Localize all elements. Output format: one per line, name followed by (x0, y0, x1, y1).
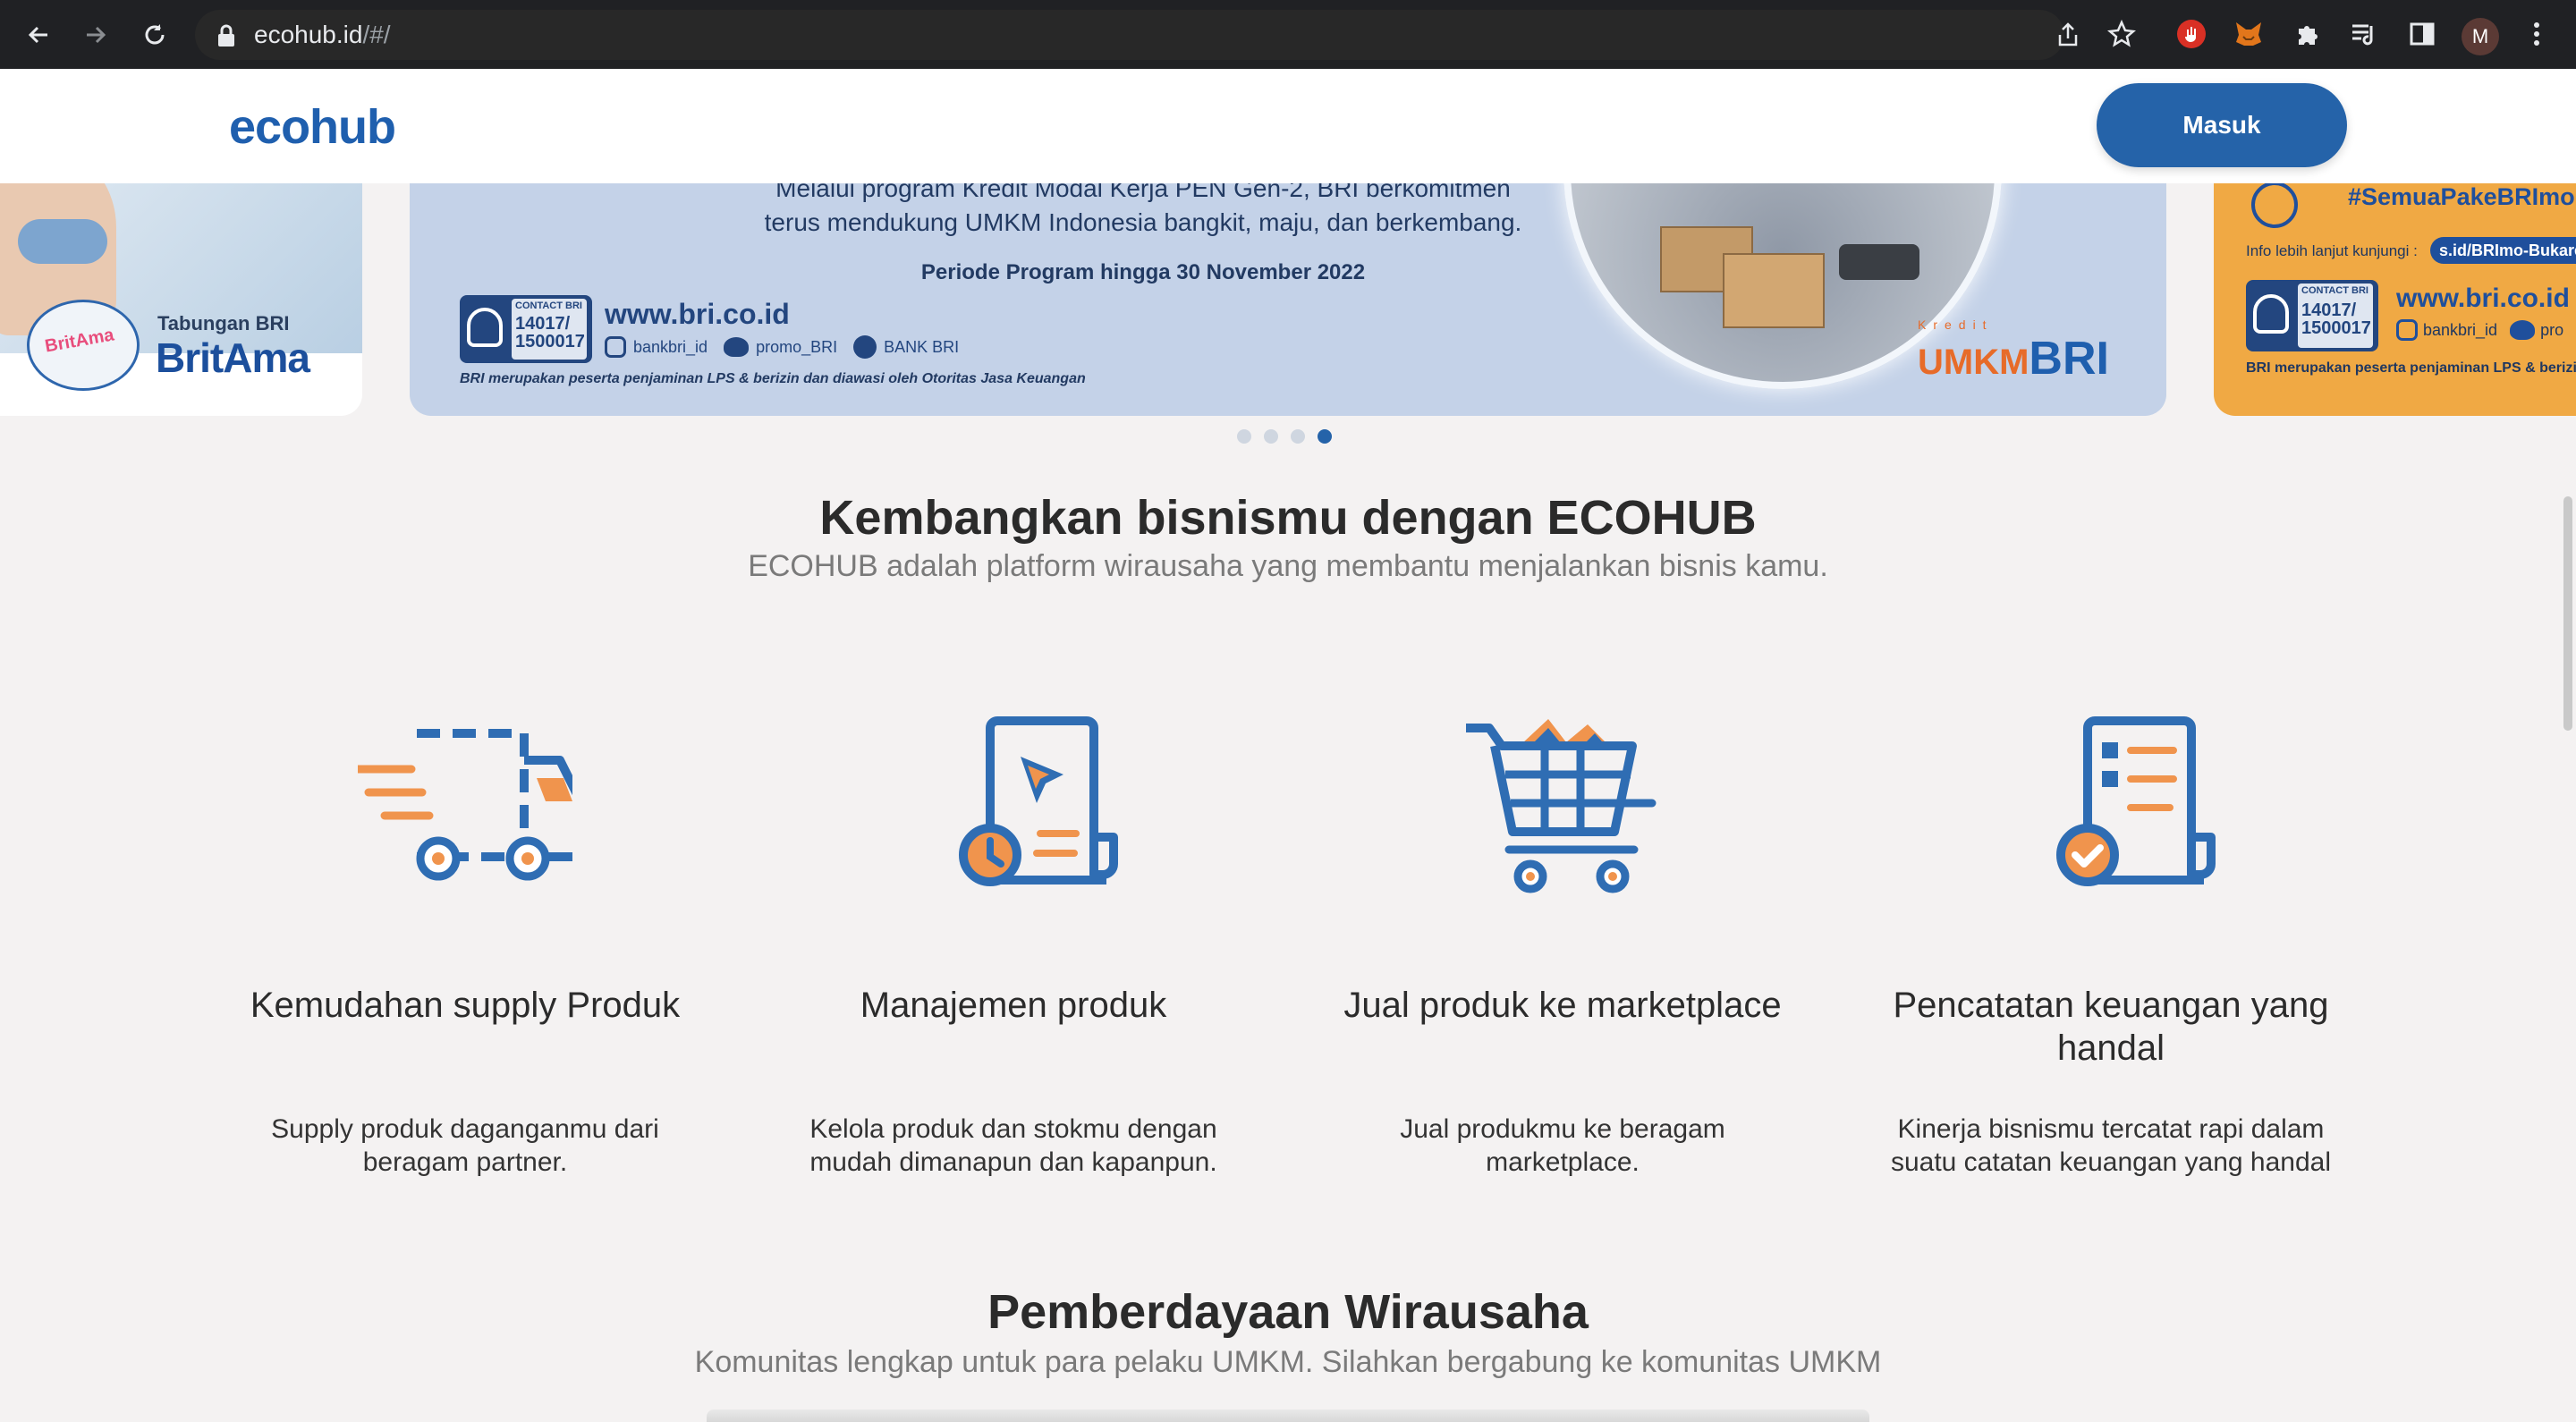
kredit-label: Kredit (1918, 317, 1994, 332)
back-icon[interactable] (21, 18, 55, 52)
media-icon[interactable] (2349, 18, 2381, 50)
brimo-logo-icon (2251, 183, 2298, 228)
contact-label: CONTACT BRI (515, 300, 582, 311)
menu-dots-icon[interactable] (2521, 18, 2553, 50)
brimo-link: s.id/BRImo-Bukare (2430, 237, 2576, 264)
profile-avatar[interactable]: M (2462, 18, 2499, 55)
share-icon[interactable] (2054, 21, 2082, 49)
financial-record-icon (2004, 715, 2218, 903)
carousel-dot[interactable] (1264, 429, 1278, 444)
page-scrollbar[interactable] (2563, 496, 2572, 731)
feature-title: Jual produk ke marketplace (1343, 986, 1782, 1025)
contact-number: 14017/ 1500017 (515, 314, 585, 351)
britama-tagline: Tabungan BRI (157, 312, 290, 334)
shopping-cart-icon (1455, 715, 1670, 903)
brimo-website: www.bri.co.id (2396, 284, 2570, 313)
contact-badge-right: CONTACT BRI 14017/ 1500017 (2246, 280, 2378, 351)
banner-carousel[interactable]: BritAma Tabungan BRI BritAma Melalui pro… (0, 183, 2576, 416)
banner-slide-britama[interactable]: BritAma Tabungan BRI BritAma (0, 183, 362, 416)
banner-tw: promo_BRI (756, 337, 838, 356)
section-subtitle: ECOHUB adalah platform wirausaha yang me… (748, 549, 1828, 583)
extension-fox-icon[interactable] (2233, 18, 2265, 50)
feature-title: Kemudahan supply Produk (250, 986, 681, 1025)
banner-text-line1: Melalui program Kredit Modal Kerja PEN G… (775, 183, 1511, 202)
banner-slide-kredit-umkm[interactable]: Melalui program Kredit Modal Kerja PEN G… (410, 183, 2166, 416)
brimo-tw: pro (2540, 320, 2564, 339)
carousel-dot[interactable] (1291, 429, 1305, 444)
carousel-dot[interactable] (1237, 429, 1251, 444)
umkm-label: UMKM (1918, 343, 2029, 382)
banner-fb: BANK BRI (884, 337, 960, 356)
banner-footnote: BRI merupakan peserta penjaminan LPS & b… (460, 371, 1086, 386)
banner-period: Periode Program hingga 30 November 2022 (920, 260, 1366, 284)
next-section-card-edge (707, 1409, 1869, 1422)
contact-number-right: 14017/ 1500017 (2301, 300, 2371, 338)
reload-icon[interactable] (138, 18, 172, 52)
britama-brand: BritAma (156, 334, 310, 381)
puzzle-icon[interactable] (2292, 18, 2324, 50)
contact-badge: CONTACT BRI 14017/ 1500017 (460, 295, 592, 363)
contact-label-right: CONTACT BRI (2301, 285, 2368, 296)
twitter-icon (2510, 320, 2536, 340)
banner-socials: bankbri_id promo_BRI BANK BRI (605, 335, 959, 359)
twitter-icon (724, 337, 750, 357)
brimo-info: Info lebih lanjut kunjungi : (2246, 242, 2418, 259)
lock-icon[interactable] (216, 24, 236, 52)
sidepanel-icon[interactable] (2406, 18, 2438, 50)
facebook-icon (853, 335, 877, 359)
banner-website: www.bri.co.id (605, 298, 790, 330)
extension-stop-icon[interactable] (2175, 18, 2207, 50)
banner-slide-brimo[interactable]: #SemuaPakeBRImo Info lebih lanjut kunjun… (2214, 183, 2576, 416)
carousel-dots (1237, 429, 1332, 444)
headset-icon (2253, 294, 2289, 334)
banner-text-line2: terus mendukung UMKM Indonesia bangkit, … (764, 208, 1522, 236)
feature-desc: Supply produk daganganmu dari beragam pa… (271, 1114, 659, 1177)
brimo-ig: bankbri_id (2423, 320, 2498, 339)
brimo-socials: bankbri_id pro (2396, 319, 2563, 341)
login-button[interactable]: Masuk (2097, 83, 2347, 167)
product-management-icon (906, 715, 1121, 903)
feature-desc: Kelola produk dan stokmu dengan mudah di… (809, 1114, 1217, 1177)
section-title: Kembangkan bisnismu dengan ECOHUB (819, 491, 1757, 545)
instagram-icon (2396, 319, 2418, 341)
instagram-icon (605, 336, 626, 358)
browser-toolbar: ecohub.id/#/ M (0, 0, 2576, 69)
person-arm (18, 219, 107, 264)
carousel-dot-active[interactable] (1318, 429, 1332, 444)
ecohub-logo[interactable]: ecohub (229, 99, 396, 155)
delivery-truck-icon (353, 715, 582, 903)
headset-icon (467, 308, 503, 347)
section-title-2: Pemberdayaan Wirausaha (987, 1285, 1589, 1339)
url-text: ecohub.id/#/ (254, 21, 391, 48)
site-header: ecohub Masuk (0, 69, 2576, 183)
star-icon[interactable] (2106, 18, 2138, 50)
forward-icon[interactable] (79, 18, 113, 52)
feature-title: Pencatatan keuangan yang handal (1893, 986, 2329, 1068)
banner-ig: bankbri_id (633, 337, 708, 356)
feature-desc: Jual produkmu ke beragam marketplace. (1400, 1114, 1725, 1177)
address-bar[interactable]: ecohub.id/#/ (195, 10, 2078, 60)
brimo-footnote: BRI merupakan peserta penjaminan LPS & b… (2246, 360, 2576, 376)
feature-title: Manajemen produk (860, 986, 1167, 1025)
section-subtitle-2: Komunitas lengkap untuk para pelaku UMKM… (694, 1345, 1882, 1379)
bri-label: BRI (2029, 333, 2109, 385)
brimo-hashtag: #SemuaPakeBRImo (2348, 183, 2575, 210)
kredit-umkm-bri-logo: Kredit UMKM BRI (1918, 317, 2109, 385)
feature-desc: Kinerja bisnismu tercatat rapi dalam sua… (1890, 1114, 2332, 1177)
